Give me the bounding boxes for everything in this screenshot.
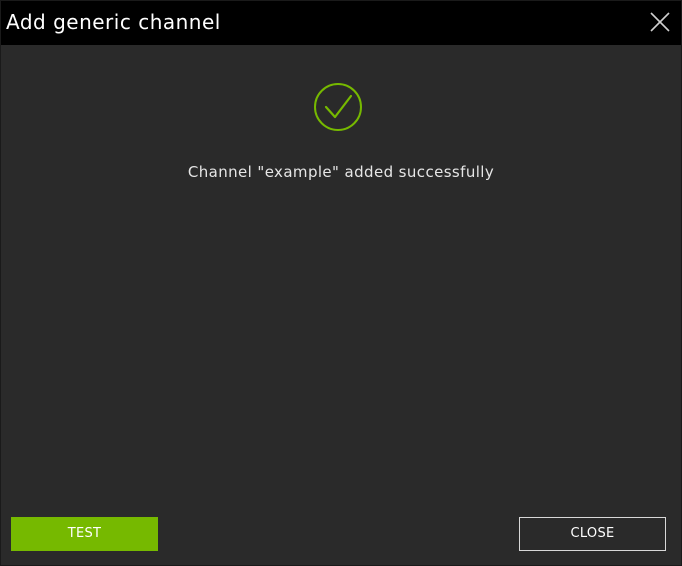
close-x-icon[interactable] [649,11,671,33]
dialog-title: Add generic channel [6,10,221,34]
test-button[interactable]: TEST [11,517,158,551]
success-message: Channel "example" added successfully [187,163,495,181]
check-circle-icon [313,82,363,132]
close-button[interactable]: CLOSE [519,517,666,551]
add-generic-channel-dialog: Add generic channel Channel "example" ad… [0,0,682,566]
dialog-titlebar: Add generic channel [1,1,681,45]
